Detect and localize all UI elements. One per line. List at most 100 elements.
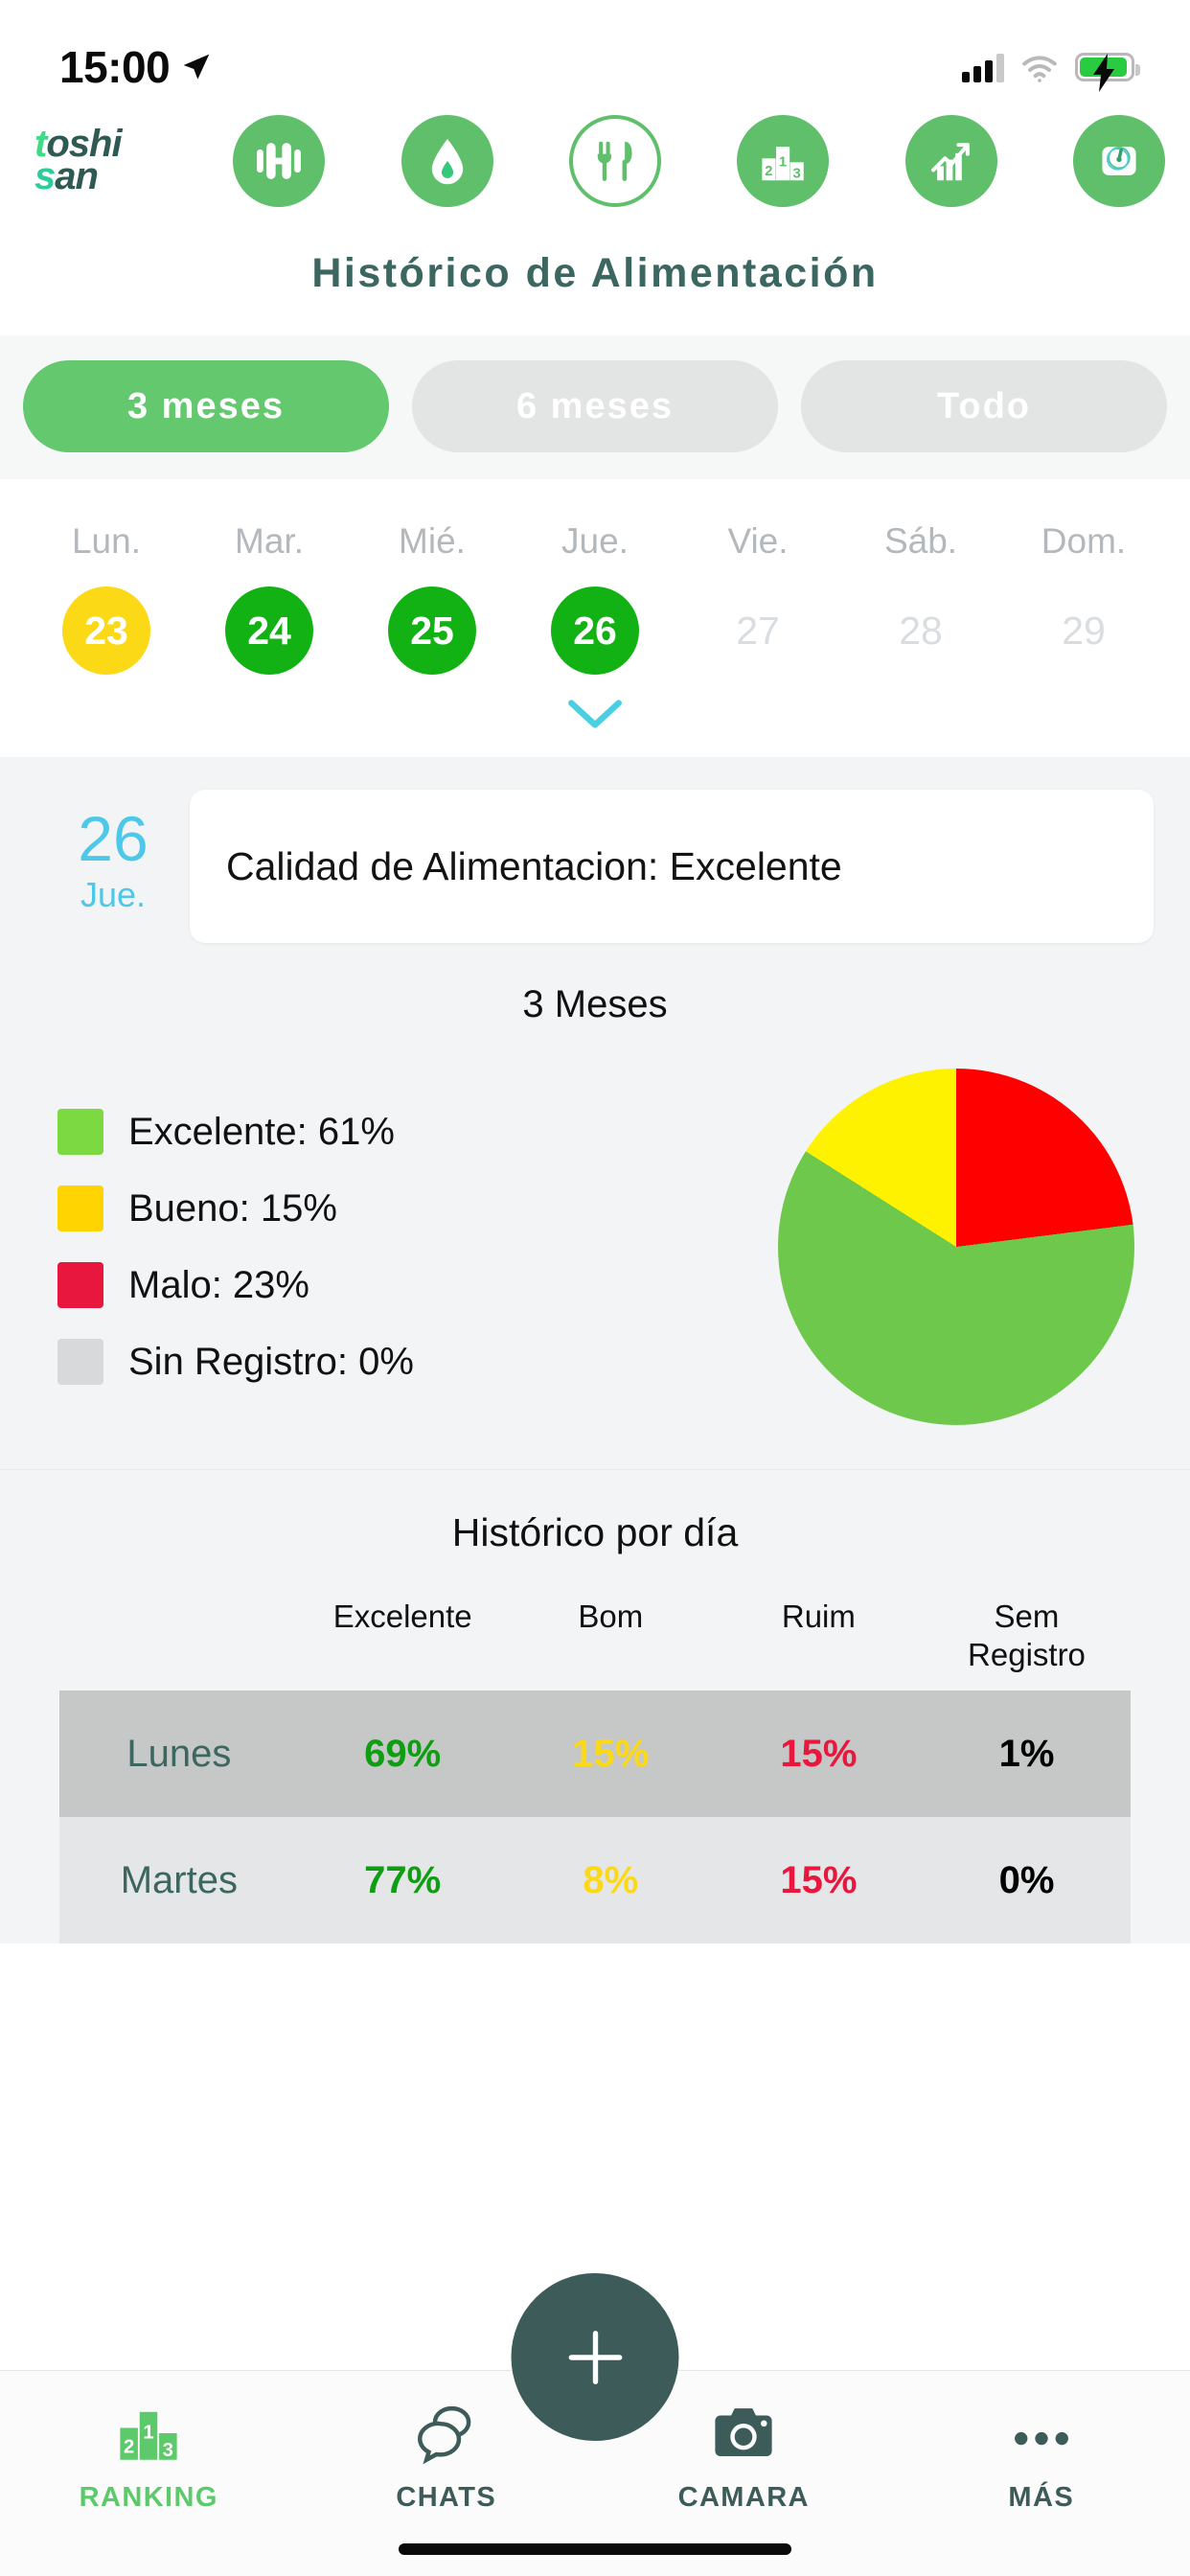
legend-label-malo: Malo: 23% [128,1263,309,1306]
week-day-number: 25 [388,586,476,675]
row-sem-value: 0% [998,1858,1055,1901]
battery-charging-icon [1075,53,1140,92]
weight-scale-icon [1102,146,1136,175]
logo-accent-s: s [34,154,56,197]
week-day-label: Dom. [1041,521,1127,561]
row-day-label: Martes [120,1858,238,1901]
row-excelente-value: 69% [364,1732,442,1775]
daily-table-section: Histórico por día Excelente Bom Ruim Sem… [0,1469,1190,1944]
column-header-ruim: Ruim [781,1598,856,1634]
week-day-label: Sáb. [883,521,958,561]
wifi-icon [1020,52,1059,82]
quality-card[interactable]: Calidad de Alimentacion: Excelente [190,790,1154,943]
table-row[interactable]: Lunes 69% 15% 15% 1% [59,1690,1131,1818]
svg-text:3: 3 [163,2440,173,2461]
week-day-number: 29 [1062,608,1106,653]
dumbbell-icon [257,142,302,179]
column-header-day [59,1598,299,1673]
legend-label-bueno: Bueno: 15% [128,1186,337,1230]
column-header-excelente: Excelente [332,1598,472,1634]
status-bar-left: 15:00 [59,41,212,93]
pie-chart-title: 3 Meses [522,983,668,1025]
app-logo[interactable]: toshi san [34,125,157,196]
cellular-signal-icon [962,52,1004,82]
range-filter: 3 meses 6 meses Todo [0,335,1190,479]
top-nav-bar: toshi san 2 1 3 [0,105,1190,216]
pie-chart[interactable] [778,1069,1134,1425]
week-day-label: Mié. [399,521,466,561]
day-detail-date: 26 Jue. [36,790,190,912]
week-day-label: Vie. [727,521,789,561]
status-bar: 15:00 [0,0,1190,105]
svg-text:2: 2 [766,163,773,178]
bottom-nav-ranking[interactable]: 2 1 3 RANKING [0,2398,298,2514]
pie-chart-body: Excelente: 61% Bueno: 15% Malo: 23% Sin … [0,1069,1190,1425]
week-day-number: 23 [62,586,150,675]
nav-icon-progress[interactable] [904,114,997,207]
day-detail-number: 26 [78,803,149,874]
row-excelente-value: 77% [364,1858,442,1901]
legend-item-malo: Malo: 23% [57,1262,765,1308]
bottom-nav-mas[interactable]: MÁS [893,2398,1190,2514]
row-ruim-value: 15% [780,1732,858,1775]
legend-item-sin-registro: Sin Registro: 0% [57,1339,765,1385]
status-time: 15:00 [59,42,171,92]
week-day-number: 26 [551,586,639,675]
column-header-sem-line2: Registro [968,1636,1086,1672]
row-sem-value: 1% [998,1732,1055,1775]
svg-text:3: 3 [793,166,801,181]
range-filter-3-meses[interactable]: 3 meses [23,360,389,452]
week-strip: Lun. 23 Mar. 24 Mié. 25 Jue. 26 Vie. 27 … [0,479,1190,757]
week-day-number: 27 [736,608,780,653]
column-header-sem-line1: Sem [994,1598,1060,1634]
day-detail-row: 26 Jue. Calidad de Alimentacion: Excelen… [0,790,1190,943]
chat-bubbles-icon [417,2405,471,2465]
week-days-row: Lun. 23 Mar. 24 Mié. 25 Jue. 26 Vie. 27 … [0,521,1190,675]
table-row[interactable]: Martes 77% 8% 15% 0% [59,1817,1131,1944]
week-day-dom[interactable]: Dom. 29 [1002,521,1165,675]
row-bom-value: 15% [572,1732,650,1775]
week-day-mar[interactable]: Mar. 24 [188,521,351,675]
legend-label-excelente: Excelente: 61% [128,1110,395,1153]
week-day-label: Jue. [561,521,629,561]
legend-swatch-sin-registro [57,1339,103,1385]
nav-icon-dumbbell[interactable] [233,114,326,207]
week-day-lun[interactable]: Lun. 23 [25,521,188,675]
week-day-label: Mar. [235,521,304,561]
location-arrow-icon [181,52,212,82]
ellipsis-icon [1014,2431,1068,2446]
nav-icon-weight[interactable] [1072,114,1165,207]
water-drop-icon [431,138,463,184]
legend-swatch-bueno [57,1185,103,1231]
expand-week-button[interactable] [0,675,1190,757]
row-ruim-value: 15% [780,1858,858,1901]
bottom-nav-label: RANKING [79,2482,218,2513]
week-day-label: Lun. [71,521,141,561]
svg-text:1: 1 [779,154,787,170]
logo-text-an: an [55,154,99,197]
day-detail-dow: Jue. [80,875,147,914]
week-day-number: 28 [899,608,943,653]
day-detail-section: 26 Jue. Calidad de Alimentacion: Excelen… [0,757,1190,943]
podium-ranking-icon: 2 1 3 [120,2411,177,2461]
week-day-sab[interactable]: Sáb. 28 [839,521,1002,675]
nav-icon-water[interactable] [400,114,493,207]
legend-item-excelente: Excelente: 61% [57,1109,765,1155]
range-filter-todo[interactable]: Todo [801,360,1167,452]
svg-text:2: 2 [124,2436,134,2457]
week-day-jue[interactable]: Jue. 26 [514,521,676,675]
growth-chart-icon [930,142,970,180]
nav-icon-food[interactable] [568,114,661,207]
legend-label-sin-registro: Sin Registro: 0% [128,1340,414,1383]
page-title: Histórico de Alimentación [0,216,1190,335]
week-day-vie[interactable]: Vie. 27 [676,521,839,675]
row-bom-value: 8% [583,1858,639,1901]
nav-icon-ranking[interactable]: 2 1 3 [737,114,830,207]
camera-icon [715,2408,772,2457]
bottom-nav-label: CHATS [396,2482,497,2513]
week-day-mie[interactable]: Mié. 25 [351,521,514,675]
range-filter-6-meses[interactable]: 6 meses [412,360,778,452]
add-button[interactable] [511,2273,679,2441]
row-day-label: Lunes [126,1732,232,1775]
logo-line-2: san [34,157,99,196]
